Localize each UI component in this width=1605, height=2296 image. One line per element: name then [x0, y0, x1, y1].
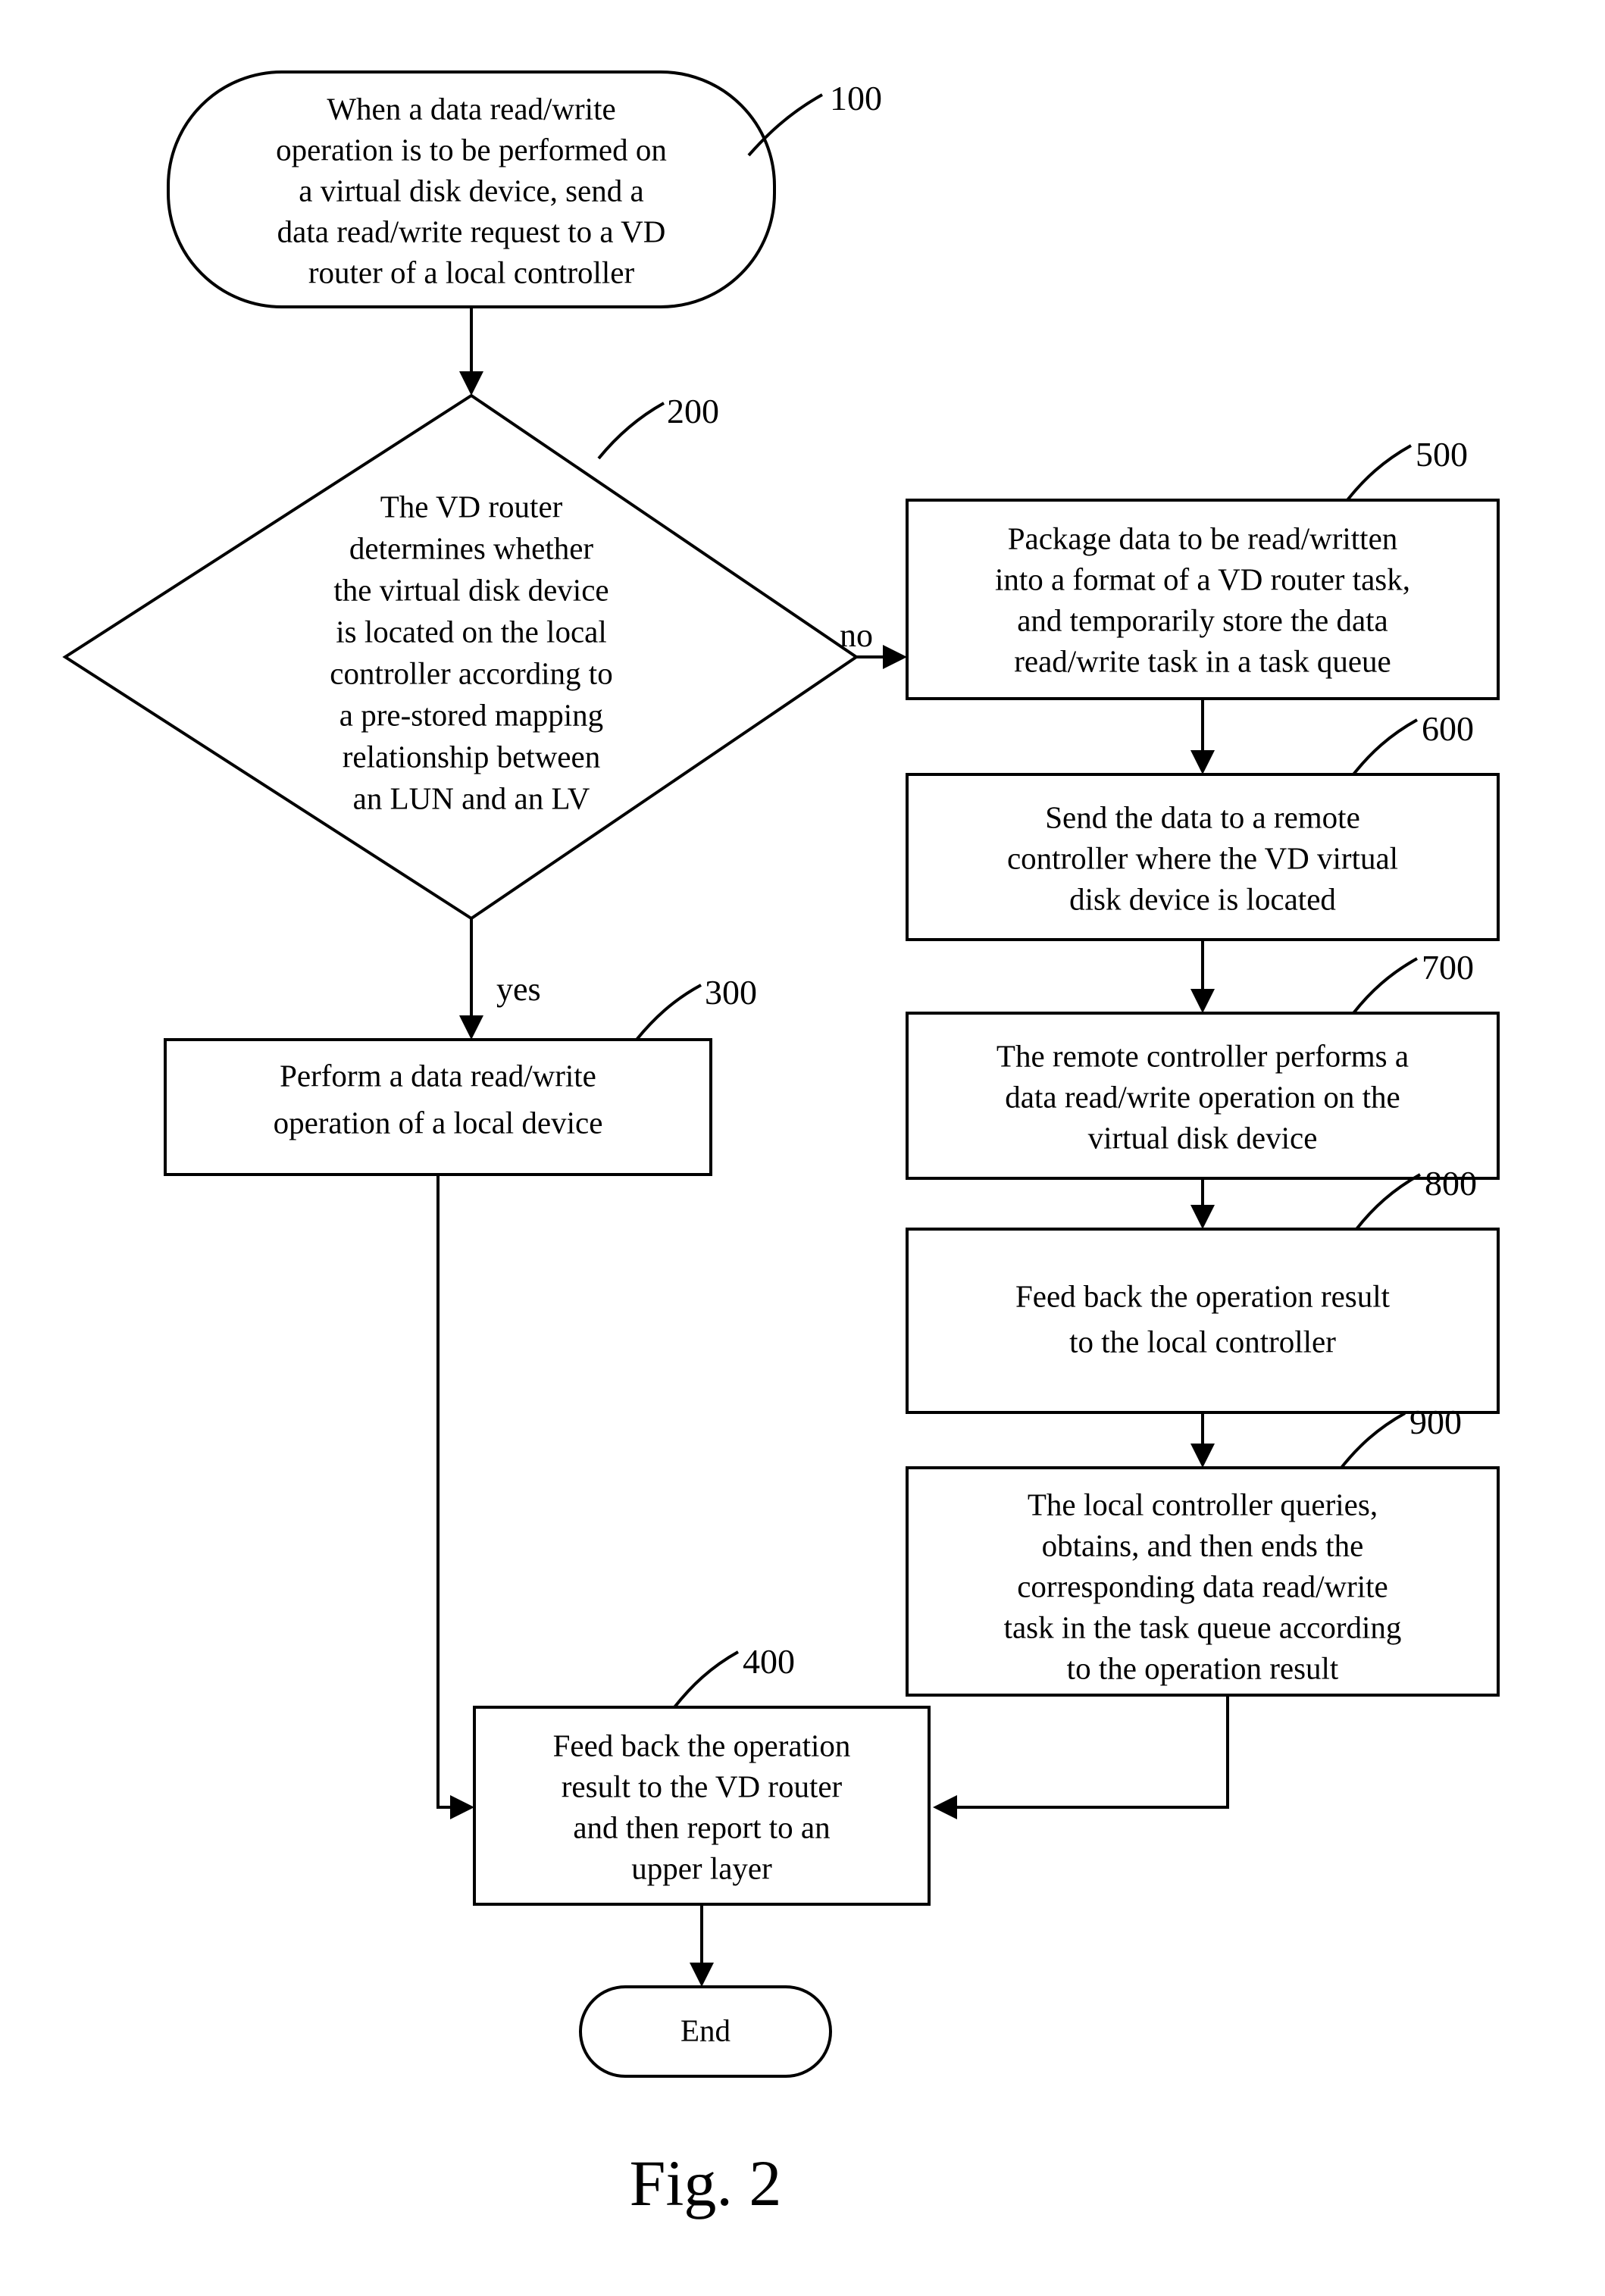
send-remote-line-2: disk device is located [1069, 881, 1336, 916]
send-remote-line-0: Send the data to a remote [1045, 799, 1360, 834]
connector-path-300-400 [436, 1175, 455, 1809]
connector-arrowhead-no [883, 645, 907, 669]
connector-arrowhead-800-900 [1190, 1444, 1215, 1468]
ref-callout-700: 700 [1352, 948, 1474, 1015]
query-end-task-line-3: task in the task queue according [1004, 1609, 1402, 1644]
ref-number-900: 900 [1409, 1403, 1462, 1441]
ref-callout-600: 600 [1352, 709, 1474, 776]
node-decision-diamond: The VD router determines whether the vir… [62, 393, 859, 921]
leader-line-300 [635, 984, 702, 1041]
feedback-vd-router-line-0: Feed back the operation [553, 1728, 851, 1763]
connector-arrowhead-yes [459, 1015, 483, 1040]
ref-number-100: 100 [830, 79, 882, 117]
local-op-line-0: Perform a data read/write [280, 1058, 596, 1093]
ref-callout-500: 500 [1346, 435, 1468, 502]
connector-decision-yes: yes [459, 918, 541, 1040]
node-send-remote: Send the data to a remote controller whe… [906, 773, 1500, 941]
remote-op-line-1: data read/write operation on the [1005, 1079, 1400, 1114]
ref-number-700: 700 [1422, 948, 1474, 987]
ref-callout-200: 200 [597, 392, 719, 460]
ref-number-200: 200 [667, 392, 719, 430]
connector-500-to-600 [1190, 699, 1215, 774]
connector-arrowhead-600-700 [1190, 989, 1215, 1013]
ref-callout-100: 100 [747, 79, 882, 157]
decision-line-0: The VD router [380, 489, 563, 524]
feedback-vd-router-line-2: and then report to an [573, 1810, 830, 1844]
leader-line-700 [1352, 957, 1418, 1015]
ref-callout-400: 400 [673, 1642, 795, 1709]
local-op-line-1: operation of a local device [274, 1105, 603, 1140]
ref-number-500: 500 [1416, 435, 1468, 474]
node-query-end-task: The local controller queries, obtains, a… [906, 1466, 1500, 1697]
node-local-op: Perform a data read/write operation of a… [164, 1038, 712, 1176]
ref-callout-300: 300 [635, 973, 757, 1041]
connector-start-to-decision [459, 307, 483, 396]
feedback-local-line-1: to the local controller [1069, 1324, 1336, 1359]
connector-local-op-to-feedback [436, 1175, 474, 1819]
start-line-0: When a data read/write [327, 91, 615, 126]
connector-arrowhead-900-400 [933, 1795, 957, 1819]
start-line-1: operation is to be performed on [276, 132, 667, 167]
node-end-terminal: End [579, 1985, 832, 2078]
package-data-line-0: Package data to be read/written [1008, 521, 1398, 555]
feedback-local-line-0: Feed back the operation result [1015, 1278, 1391, 1313]
package-data-line-2: and temporarily store the data [1017, 602, 1388, 637]
end-terminal-label: End [680, 2013, 731, 2047]
leader-line-800 [1355, 1173, 1421, 1231]
connector-arrowhead-400-end [690, 1963, 714, 1987]
query-end-task-line-4: to the operation result [1067, 1650, 1339, 1685]
connector-arrowhead-300-400 [450, 1795, 474, 1819]
node-remote-op: The remote controller performs a data re… [906, 1012, 1500, 1180]
decision-line-5: a pre-stored mapping [339, 697, 603, 732]
node-start-terminal: When a data read/write operation is to b… [167, 70, 776, 308]
ref-number-300: 300 [705, 973, 757, 1012]
decision-line-7: an LUN and an LV [353, 780, 590, 815]
node-feedback-local: Feed back the operation result to the lo… [906, 1228, 1500, 1414]
ref-number-600: 600 [1422, 709, 1474, 748]
decision-line-4: controller according to [330, 655, 612, 690]
package-data-line-1: into a format of a VD router task, [995, 561, 1410, 596]
connector-600-to-700 [1190, 940, 1215, 1013]
connector-arrowhead-500-600 [1190, 750, 1215, 774]
start-line-3: data read/write request to a VD [277, 214, 666, 249]
edge-label-no: no [840, 617, 873, 654]
flowchart-canvas: When a data read/write operation is to b… [62, 70, 1500, 2219]
start-line-4: router of a local controller [308, 255, 635, 289]
leader-line-200 [597, 402, 665, 460]
leader-line-400 [673, 1650, 739, 1709]
node-package-data: Package data to be read/written into a f… [906, 499, 1500, 700]
feedback-local-shape [906, 1228, 1500, 1414]
remote-op-line-0: The remote controller performs a [996, 1038, 1409, 1073]
connector-800-to-900 [1190, 1412, 1215, 1468]
connector-arrowhead [459, 371, 483, 396]
connector-arrowhead-700-800 [1190, 1205, 1215, 1229]
connector-900-to-feedback [933, 1695, 1229, 1819]
query-end-task-line-0: The local controller queries, [1028, 1487, 1378, 1522]
decision-line-1: determines whether [349, 530, 594, 565]
leader-line-600 [1352, 718, 1418, 776]
node-feedback-vd-router: Feed back the operation result to the VD… [473, 1706, 931, 1906]
query-end-task-line-1: obtains, and then ends the [1042, 1528, 1364, 1562]
decision-line-6: relationship between [343, 739, 600, 774]
start-line-2: a virtual disk device, send a [299, 173, 643, 208]
query-end-task-line-2: corresponding data read/write [1017, 1569, 1388, 1603]
decision-line-3: is located on the local [336, 614, 607, 649]
connector-700-to-800 [1190, 1178, 1215, 1229]
figure-caption: Fig. 2 [630, 2147, 782, 2219]
connector-400-to-end [690, 1904, 714, 1987]
send-remote-line-1: controller where the VD virtual [1007, 840, 1398, 875]
package-data-line-3: read/write task in a task queue [1014, 643, 1391, 678]
leader-line-900 [1340, 1412, 1406, 1469]
feedback-vd-router-line-1: result to the VD router [562, 1769, 843, 1803]
edge-label-yes: yes [496, 971, 541, 1008]
ref-number-400: 400 [743, 1642, 795, 1681]
connector-path-900-400 [950, 1695, 1229, 1809]
decision-line-2: the virtual disk device [333, 572, 609, 607]
feedback-vd-router-line-3: upper layer [631, 1850, 772, 1885]
leader-line-500 [1346, 444, 1412, 502]
remote-op-line-2: virtual disk device [1088, 1120, 1318, 1155]
ref-number-800: 800 [1425, 1164, 1477, 1203]
figure-root: When a data read/write operation is to b… [0, 0, 1605, 2296]
